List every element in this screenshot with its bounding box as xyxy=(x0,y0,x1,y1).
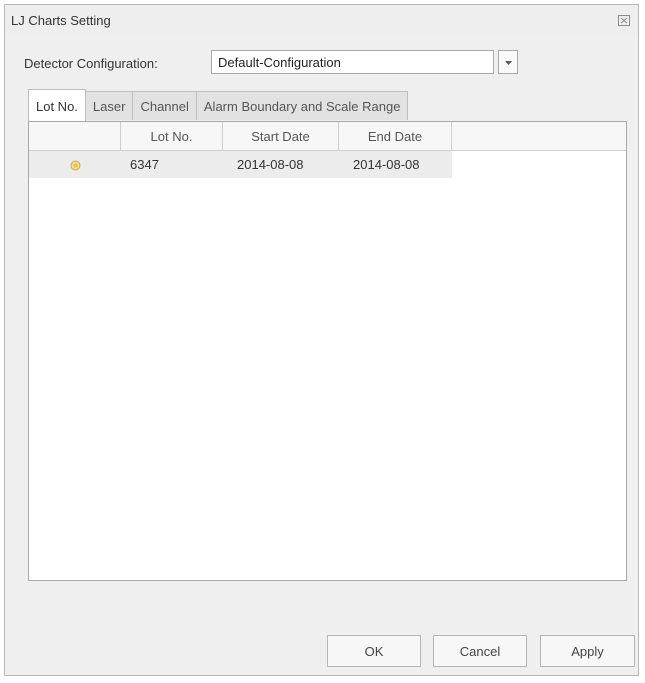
yellow-dot-icon xyxy=(70,159,81,174)
close-icon[interactable] xyxy=(618,14,630,26)
tab-channel[interactable]: Channel xyxy=(132,91,197,120)
lot-no-cell: 6347 xyxy=(130,157,159,172)
apply-button[interactable]: Apply xyxy=(540,635,635,667)
table-row[interactable]: 6347 2014-08-08 2014-08-08 xyxy=(29,151,452,178)
title-bar: LJ Charts Setting xyxy=(5,5,638,35)
window-title: LJ Charts Setting xyxy=(11,13,111,28)
ok-button[interactable]: OK xyxy=(327,635,421,667)
tab-laser[interactable]: Laser xyxy=(84,91,134,120)
start-date-cell: 2014-08-08 xyxy=(237,157,304,172)
table-header: Lot No. Start Date End Date xyxy=(29,122,626,151)
end-date-cell: 2014-08-08 xyxy=(353,157,420,172)
chevron-down-icon xyxy=(505,61,512,65)
detector-configuration-dropdown-button[interactable] xyxy=(498,50,518,74)
lot-table-panel: Lot No. Start Date End Date 6347 2014-08… xyxy=(28,121,627,581)
column-header-lot-no[interactable]: Lot No. xyxy=(121,122,223,150)
tab-bar: Lot No. Laser Channel Alarm Boundary and… xyxy=(28,89,409,121)
tab-lot-no[interactable]: Lot No. xyxy=(28,89,86,121)
column-header-status xyxy=(29,122,121,150)
detector-configuration-select[interactable]: Default-Configuration xyxy=(211,50,494,74)
tab-alarm-boundary[interactable]: Alarm Boundary and Scale Range xyxy=(195,91,409,120)
column-header-end-date[interactable]: End Date xyxy=(339,122,452,150)
detector-configuration-label: Detector Configuration: xyxy=(24,56,158,71)
cancel-button[interactable]: Cancel xyxy=(433,635,527,667)
column-header-start-date[interactable]: Start Date xyxy=(223,122,339,150)
